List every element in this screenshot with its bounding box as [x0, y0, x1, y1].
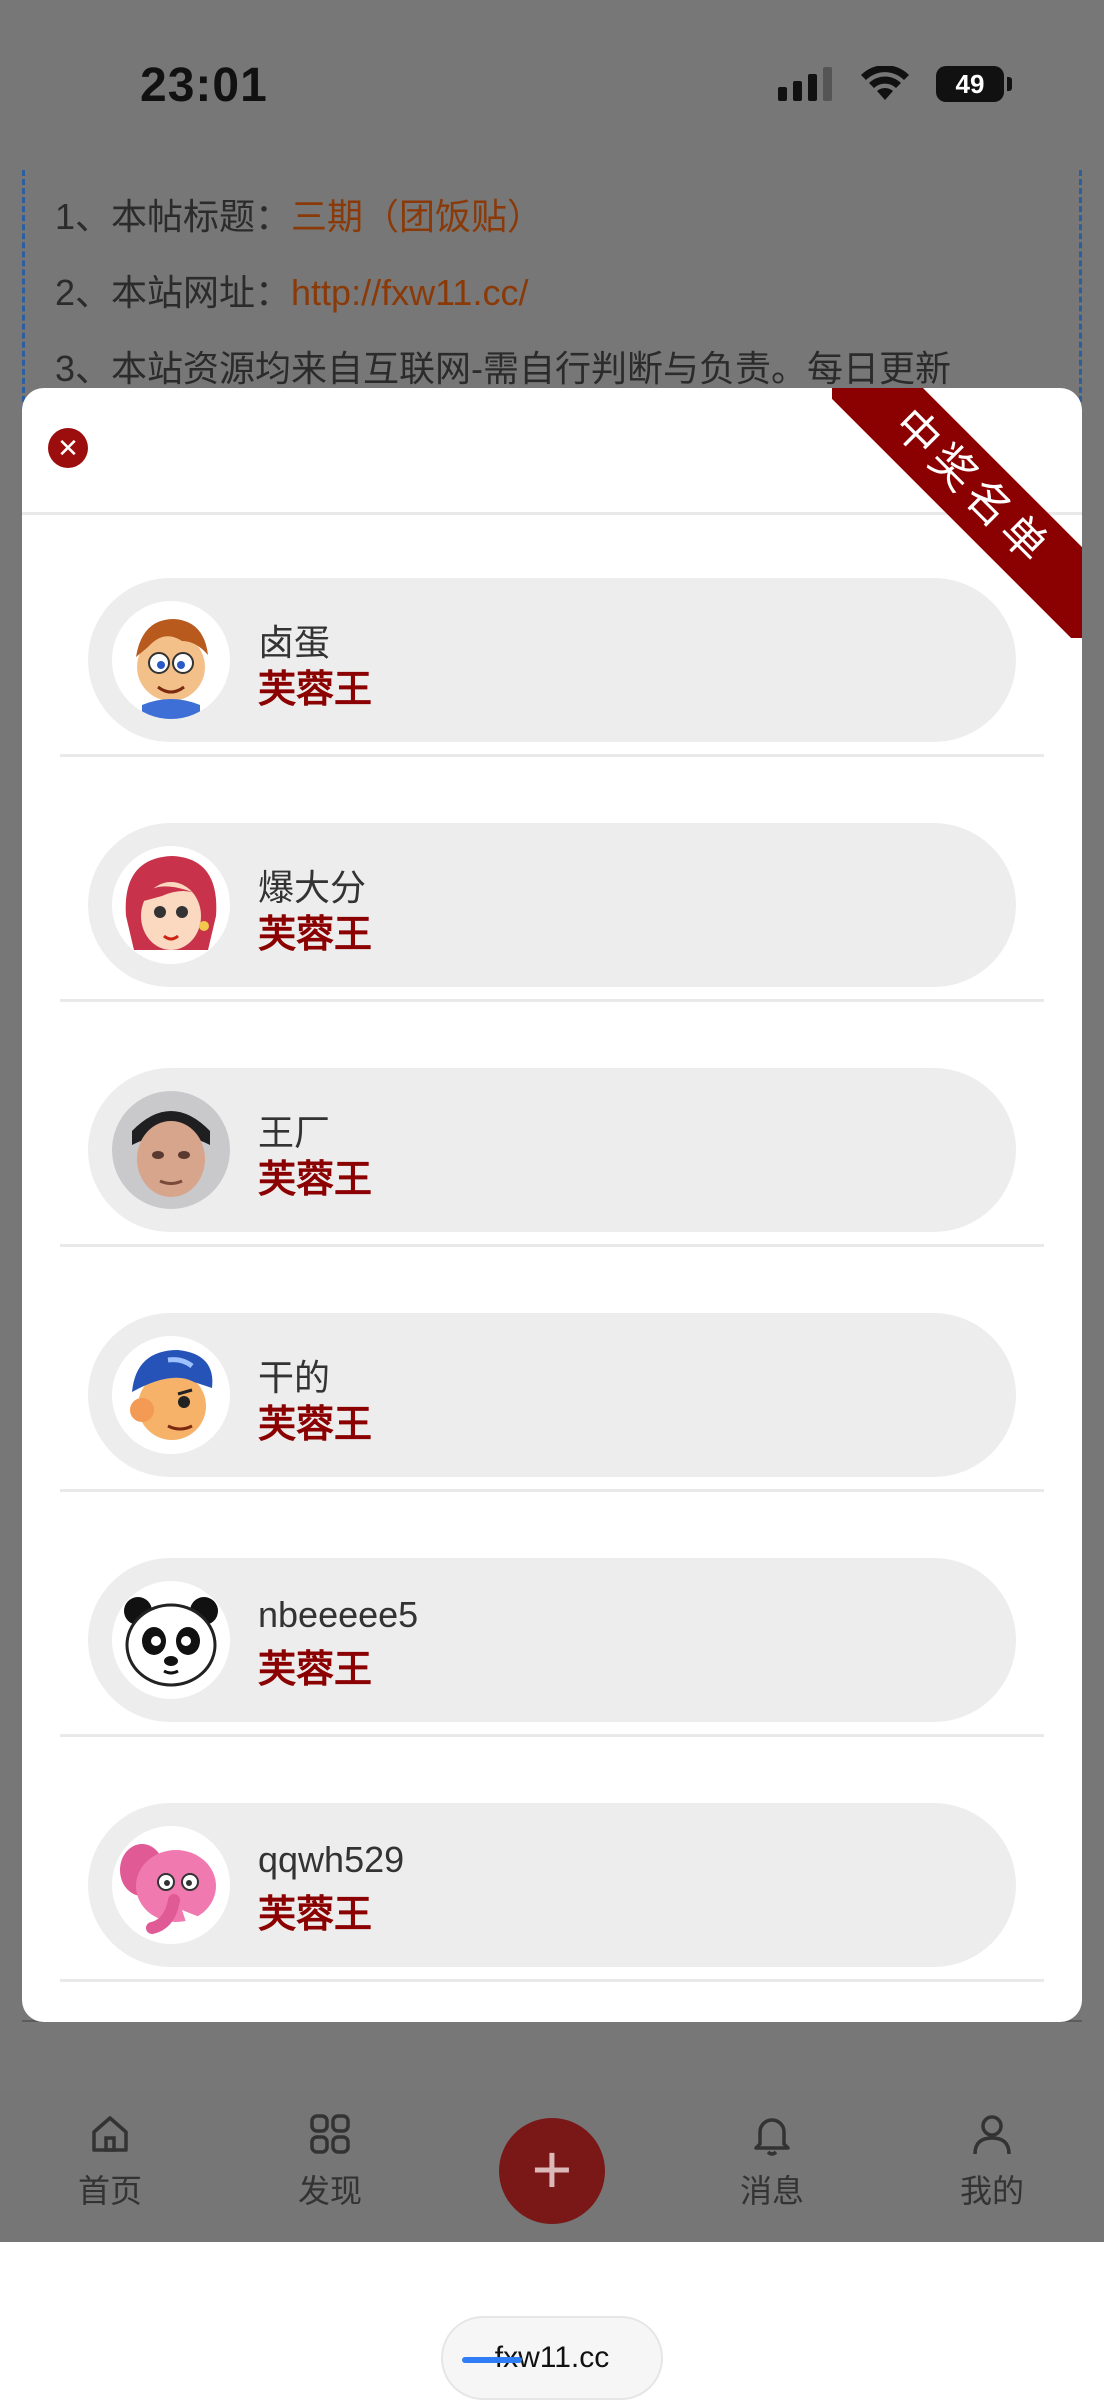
nav-item-messages[interactable]: 消息 [712, 2112, 832, 2212]
winner-prize: 芙蓉王 [258, 1894, 373, 1936]
cartoon-boy-avatar-icon[interactable] [112, 601, 230, 719]
winner-prize: 芙蓉王 [258, 914, 373, 956]
winner-card: nbeeeee5 芙蓉王 [88, 1558, 1016, 1722]
winner-card: 爆大分 芙蓉王 [88, 823, 1016, 987]
winner-prize: 芙蓉王 [258, 669, 373, 711]
background-post: 1、本帖标题：三期（团饭贴） 2、本站网址：http://fxw11.cc/ 3… [22, 170, 1082, 420]
winner-row: nbeeeee5 芙蓉王 [60, 1492, 1044, 1737]
winner-prize: 芙蓉王 [258, 1404, 373, 1446]
nav-item-discover[interactable]: 发现 [270, 2112, 390, 2212]
winner-row: 王厂 芙蓉王 [60, 1002, 1044, 1247]
post-url-link[interactable]: http://fxw11.cc/ [291, 272, 528, 313]
page-load-progress [462, 2357, 522, 2363]
user-icon [973, 2115, 1011, 2155]
wifi-icon [861, 66, 909, 100]
winner-name: qqwh529 [258, 1839, 405, 1880]
winner-row: 爆大分 芙蓉王 [60, 757, 1044, 1002]
winner-prize: 芙蓉王 [258, 1649, 373, 1691]
winner-card: 卤蛋 芙蓉王 [88, 578, 1016, 742]
winner-prize: 芙蓉王 [258, 1159, 373, 1201]
status-icons: 49 [778, 66, 1012, 102]
battery-icon: 49 [936, 66, 1012, 102]
winner-card: 干的 芙蓉王 [88, 1313, 1016, 1477]
post-title-line: 1、本帖标题：三期（团饭贴） [55, 188, 543, 240]
post-notice-line: 3、本站资源均来自互联网-需自行判断与负责。每日更新 [55, 348, 952, 389]
nav-item-profile[interactable]: 我的 [932, 2112, 1052, 2212]
cellular-signal-icon [778, 67, 832, 101]
cartoon-cap-boy-avatar-icon[interactable] [112, 1336, 230, 1454]
winner-row: 干的 芙蓉王 [60, 1247, 1044, 1492]
nav-item-home[interactable]: 首页 [50, 2112, 170, 2212]
winner-name: nbeeeee5 [258, 1594, 419, 1635]
bell-icon [754, 2118, 790, 2156]
home-icon [92, 2116, 128, 2152]
photo-avatar-icon[interactable] [112, 1091, 230, 1209]
winner-row: qqwh529 芙蓉王 [60, 1737, 1044, 1982]
nav-label-profile: 我的 [959, 2173, 1024, 2209]
winner-list: 卤蛋 芙蓉王 爆大分 芙蓉王 王厂 芙蓉王 干的 芙蓉王 nbeeeee5 芙蓉… [60, 512, 1044, 1982]
post-title-label: 1、本帖标题： [55, 196, 292, 237]
status-time: 23:01 [140, 59, 268, 112]
status-bar: 23:01 49 [0, 0, 1104, 170]
pink-elephant-avatar-icon[interactable] [112, 1826, 230, 1944]
winner-row: 卤蛋 芙蓉王 [60, 512, 1044, 757]
close-icon[interactable]: ✕ [48, 428, 88, 468]
nav-label-discover: 发现 [297, 2173, 362, 2209]
nav-label-home: 首页 [77, 2173, 142, 2209]
post-title-value[interactable]: 三期（团饭贴） [291, 196, 543, 237]
winners-modal: ✕ 中奖名单 卤蛋 芙蓉王 爆大分 芙蓉王 王厂 芙蓉王 干的 芙蓉王 nbee… [22, 388, 1082, 2022]
cartoon-girl-avatar-icon[interactable] [112, 846, 230, 964]
panda-avatar-icon[interactable] [112, 1581, 230, 1699]
background-comment-strip [22, 2020, 1082, 2092]
grid-icon [310, 2114, 350, 2154]
post-url-label: 2、本站网址： [55, 272, 292, 313]
browser-bar: fxw11.cc [0, 2242, 1104, 2400]
winner-card: 王厂 芙蓉王 [88, 1068, 1016, 1232]
plus-icon[interactable]: + [499, 2118, 605, 2224]
post-url-line: 2、本站网址：http://fxw11.cc/ [55, 264, 528, 316]
nav-label-messages: 消息 [739, 2173, 804, 2209]
winner-card: qqwh529 芙蓉王 [88, 1803, 1016, 1967]
bottom-nav: 首页 发现 + 消息 我的 [0, 2090, 1104, 2242]
